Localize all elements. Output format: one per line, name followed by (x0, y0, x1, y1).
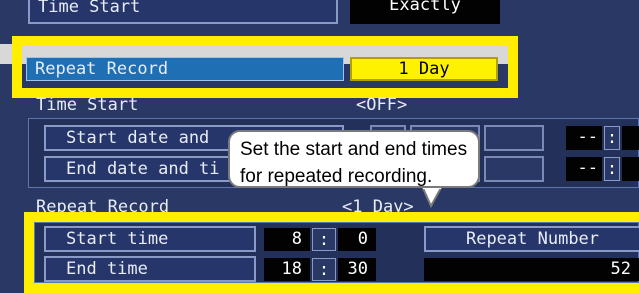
start-minute-field[interactable] (622, 126, 639, 150)
time-start-state: <OFF> (356, 95, 408, 115)
start-date-field[interactable] (484, 125, 544, 151)
repeat-record-value[interactable]: 1 Day (350, 57, 498, 81)
colon-separator: : (312, 258, 336, 281)
time-start-header: Time Start (36, 95, 139, 115)
repeat-record-row[interactable]: Repeat Record (26, 57, 344, 81)
end-minute-field[interactable] (622, 157, 639, 181)
repeat-record-label: Repeat Record (35, 59, 169, 79)
start-time-label: Start time (44, 226, 256, 252)
end-date-field[interactable] (484, 156, 544, 182)
end-hour-field[interactable]: -- (566, 157, 602, 181)
start-minute-input[interactable]: 0 (338, 228, 376, 251)
repeat-number-value[interactable]: 52 (424, 258, 639, 281)
start-hour-input[interactable]: 8 (264, 228, 310, 251)
start-hour-field[interactable]: -- (566, 126, 602, 150)
end-hour-input[interactable]: 18 (264, 258, 310, 281)
time-start-row[interactable]: Time Start Exactly (28, 0, 500, 30)
callout-pointer (420, 186, 444, 208)
time-start-label: Time Start (28, 0, 338, 24)
settings-screen: Time Start Exactly Repeat Record 1 Day T… (0, 0, 639, 293)
callout-bubble: Set the start and end times for repeated… (228, 130, 480, 188)
repeat-number-label: Repeat Number (424, 226, 639, 252)
end-time-label: End time (44, 256, 256, 282)
colon-separator: : (312, 228, 336, 251)
end-minute-input[interactable]: 30 (338, 258, 376, 281)
colon-separator: : (604, 126, 620, 150)
colon-separator: : (604, 157, 620, 181)
time-start-value[interactable]: Exactly (350, 0, 500, 24)
